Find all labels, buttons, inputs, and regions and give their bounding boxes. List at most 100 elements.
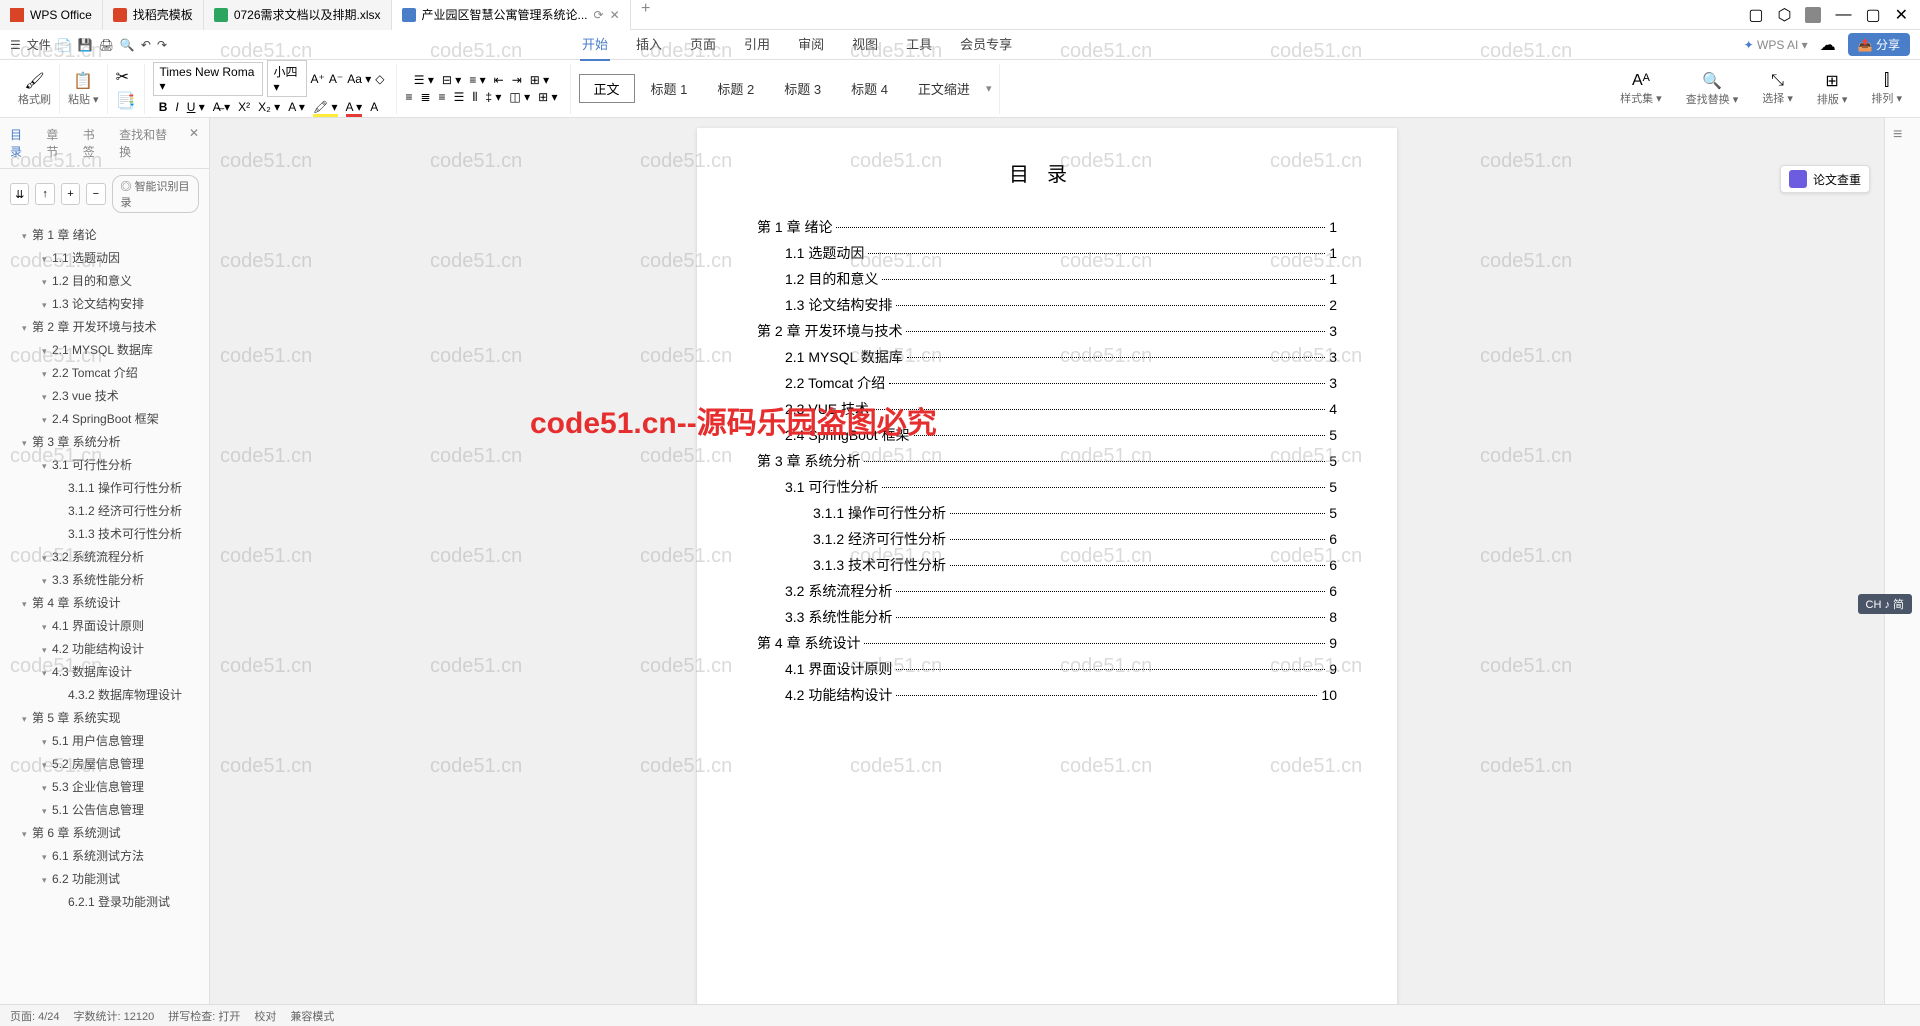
tab-refresh-icon[interactable]: ⟳ (594, 8, 604, 22)
change-case-icon[interactable]: Aa ▾ (347, 72, 371, 86)
increase-indent-icon[interactable]: ⇥ (512, 73, 522, 87)
outline-item[interactable]: ▾第 2 章 开发环境与技术 (0, 315, 209, 338)
border-icon[interactable]: ⊞ ▾ (538, 90, 557, 105)
text-effect-icon[interactable]: A ▾ (288, 100, 305, 117)
print-icon[interactable]: 🖨 (99, 38, 114, 52)
outline-item[interactable]: ▾第 1 章 绪论 (0, 223, 209, 246)
line-spacing-icon[interactable]: ‡ ▾ (485, 90, 501, 105)
sidebar-close-icon[interactable]: ✕ (189, 126, 199, 160)
outline-item[interactable]: ▾第 5 章 系统实现 (0, 706, 209, 729)
strikethrough-icon[interactable]: A̶ ▾ (213, 100, 230, 117)
thesis-check-button[interactable]: 论文查重 (1780, 165, 1870, 193)
style-h3[interactable]: 标题 3 (770, 75, 835, 102)
clear-format-icon[interactable]: ◇ (375, 72, 384, 86)
add-button[interactable]: + (61, 183, 80, 205)
bold-icon[interactable]: B (159, 100, 168, 117)
new-icon[interactable]: 📄 (57, 38, 72, 52)
collapse-all-button[interactable]: ⇊ (10, 183, 29, 205)
undo-icon[interactable]: ↶ (141, 38, 151, 52)
status-spellcheck[interactable]: 拼写检查: 打开 (168, 1008, 240, 1024)
bullet-list-icon[interactable]: ☰ ▾ (414, 73, 434, 87)
align-center-icon[interactable]: ≣ (420, 90, 430, 105)
window-restore-icon[interactable]: ▢ (1748, 5, 1763, 25)
format-painter-icon[interactable]: 🖌 (24, 71, 44, 91)
tab-wps-home[interactable]: WPS Office (0, 0, 103, 30)
outline-item[interactable]: ▾3.2 系统流程分析 (0, 545, 209, 568)
print-preview-icon[interactable]: 🔍 (120, 38, 135, 52)
distribute-icon[interactable]: ⫴ (472, 90, 477, 105)
style-normal[interactable]: 正文 (579, 74, 635, 103)
outline-item[interactable]: 3.1.1 操作可行性分析 (0, 476, 209, 499)
tab-stops-icon[interactable]: ⊞ ▾ (530, 73, 549, 87)
menu-tab-review[interactable]: 审阅 (796, 28, 826, 61)
share-button[interactable]: 📤 分享 (1848, 33, 1910, 56)
tab-close-icon[interactable]: ✕ (610, 8, 620, 22)
smart-toc-button[interactable]: ◎ 智能识别目录 (112, 175, 200, 213)
char-shading-icon[interactable]: A (370, 100, 378, 117)
file-menu[interactable]: 文件 (27, 36, 51, 53)
italic-icon[interactable]: I (175, 100, 178, 117)
paste-icon[interactable]: 📋 (73, 71, 93, 91)
cube-icon[interactable]: ⬡ (1778, 5, 1792, 25)
outline-item[interactable]: ▾1.2 目的和意义 (0, 269, 209, 292)
superscript-icon[interactable]: X² (238, 100, 250, 117)
document-area[interactable]: 目录 第 1 章 绪论11.1 选题动因11.2 目的和意义11.3 论文结构安… (210, 118, 1884, 1026)
select-icon[interactable]: ⤡ (1771, 72, 1784, 90)
outline-item[interactable]: 6.2.1 登录功能测试 (0, 890, 209, 913)
align-justify-icon[interactable]: ☰ (454, 90, 465, 105)
multilevel-list-icon[interactable]: ≡ ▾ (469, 73, 485, 87)
outline-item[interactable]: 3.1.2 经济可行性分析 (0, 499, 209, 522)
sort-icon[interactable]: ⫿ (1884, 72, 1889, 90)
style-set-icon[interactable]: Aᴬ (1632, 72, 1650, 90)
menu-tab-reference[interactable]: 引用 (742, 28, 772, 61)
align-left-icon[interactable]: ≡ (405, 90, 412, 105)
menu-tab-start[interactable]: 开始 (580, 28, 610, 61)
side-tab-toc[interactable]: 目录 (10, 126, 32, 160)
outline-item[interactable]: ▾4.2 功能结构设计 (0, 637, 209, 660)
tab-template[interactable]: 找稻壳模板 (103, 0, 204, 30)
maximize-icon[interactable]: ▢ (1865, 5, 1880, 25)
style-h1[interactable]: 标题 1 (637, 75, 702, 102)
side-tab-find[interactable]: 查找和替换 (119, 126, 175, 160)
align-right-icon[interactable]: ≡ (439, 90, 446, 105)
menu-tab-page[interactable]: 页面 (688, 28, 718, 61)
collapse-panel-icon[interactable]: ≡ (1885, 118, 1920, 152)
outline-item[interactable]: ▾3.3 系统性能分析 (0, 568, 209, 591)
underline-icon[interactable]: U ▾ (187, 100, 205, 117)
number-list-icon[interactable]: ⊟ ▾ (442, 73, 461, 87)
minimize-icon[interactable]: — (1835, 6, 1851, 24)
wps-ai-button[interactable]: ✦ WPS AI ▾ (1744, 38, 1808, 52)
move-up-button[interactable]: ↑ (35, 183, 54, 205)
shading-icon[interactable]: ◫ ▾ (509, 90, 530, 105)
outline-item[interactable]: ▾第 4 章 系统设计 (0, 591, 209, 614)
menu-tab-insert[interactable]: 插入 (634, 28, 664, 61)
side-tab-bookmark[interactable]: 书签 (83, 126, 105, 160)
outline-item[interactable]: ▾第 3 章 系统分析 (0, 430, 209, 453)
style-indent[interactable]: 正文缩进 (904, 75, 984, 102)
outline-item[interactable]: ▾5.1 用户信息管理 (0, 729, 209, 752)
outline-item[interactable]: ▾1.1 选题动因 (0, 246, 209, 269)
side-tab-chapter[interactable]: 章节 (46, 126, 68, 160)
outline-item[interactable]: ▾2.1 MYSQL 数据库 (0, 338, 209, 361)
menu-tab-member[interactable]: 会员专享 (958, 28, 1014, 61)
decrease-indent-icon[interactable]: ⇤ (494, 73, 504, 87)
outline-item[interactable]: ▾1.3 论文结构安排 (0, 292, 209, 315)
increase-font-icon[interactable]: A⁺ (311, 72, 325, 86)
highlight-icon[interactable]: 🖍 ▾ (313, 100, 338, 117)
status-proof[interactable]: 校对 (254, 1008, 276, 1024)
style-h4[interactable]: 标题 4 (837, 75, 902, 102)
tab-add-button[interactable]: + (631, 0, 661, 30)
subscript-icon[interactable]: X₂ ▾ (258, 100, 280, 117)
font-size-select[interactable]: 小四 ▾ (267, 60, 307, 97)
font-name-select[interactable]: Times New Roma ▾ (153, 62, 263, 96)
menu-tab-tools[interactable]: 工具 (904, 28, 934, 61)
outline-item[interactable]: ▾2.3 vue 技术 (0, 384, 209, 407)
outline-item[interactable]: ▾6.2 功能测试 (0, 867, 209, 890)
status-page[interactable]: 页面: 4/24 (10, 1008, 60, 1024)
outline-item[interactable]: ▾5.2 房屋信息管理 (0, 752, 209, 775)
style-h2[interactable]: 标题 2 (703, 75, 768, 102)
avatar-icon[interactable] (1805, 7, 1821, 23)
cloud-icon[interactable]: ☁ (1820, 35, 1836, 55)
outline-item[interactable]: ▾第 6 章 系统测试 (0, 821, 209, 844)
outline-item[interactable]: ▾4.3 数据库设计 (0, 660, 209, 683)
